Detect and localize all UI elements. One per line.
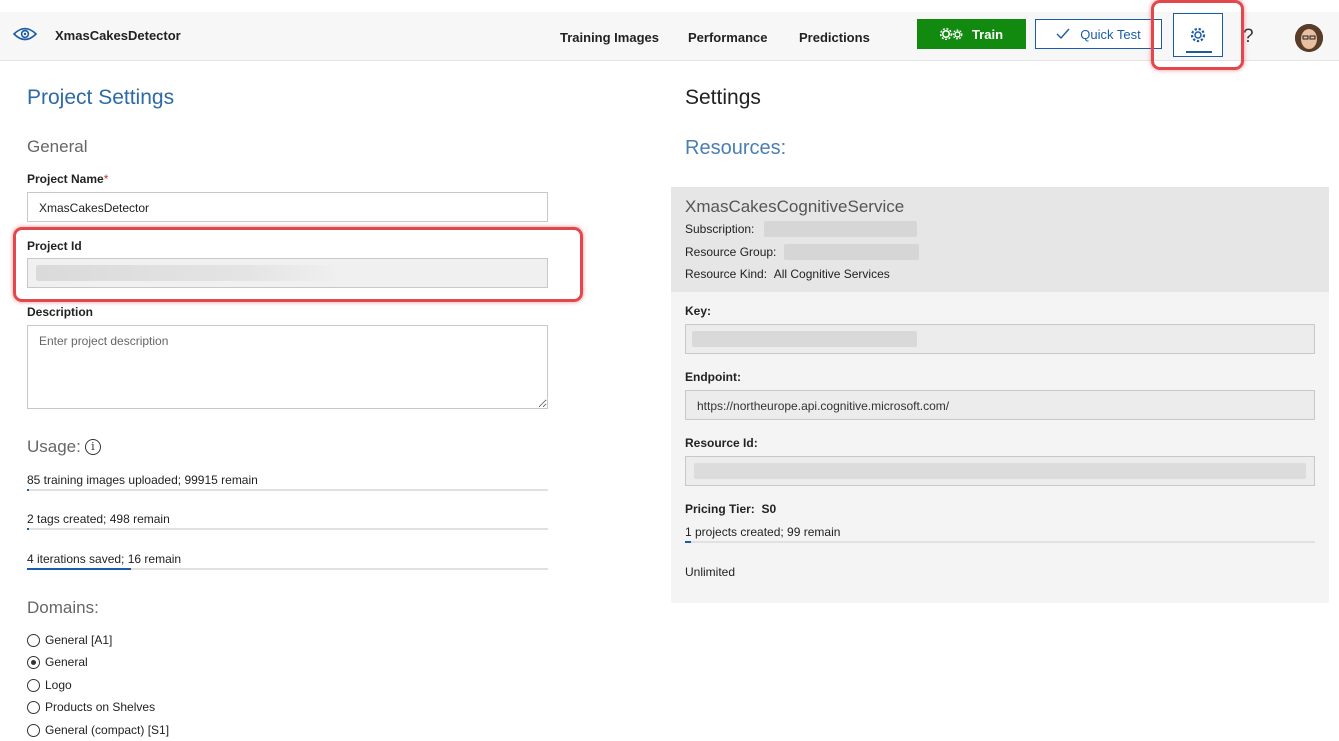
- usage-images-text: 85 training images uploaded; 99915 remai…: [27, 473, 258, 487]
- redacted-resource-id: [694, 463, 1306, 479]
- avatar[interactable]: [1295, 24, 1323, 52]
- radio-button[interactable]: [27, 678, 40, 692]
- description-label: Description: [27, 305, 94, 319]
- user-photo-icon: [1295, 24, 1323, 52]
- projects-usage-bar: [685, 541, 1315, 543]
- domain-label: Logo: [45, 678, 72, 692]
- usage-images-bar: [27, 489, 548, 491]
- resource-panel: XmasCakesCognitiveService Subscription: …: [671, 187, 1329, 603]
- gears-icon: [939, 27, 963, 41]
- settings-title: Settings: [685, 86, 761, 109]
- quick-test-button[interactable]: Quick Test: [1035, 19, 1162, 49]
- domain-label: General [A1]: [45, 633, 113, 647]
- domain-option[interactable]: General: [27, 655, 88, 669]
- resource-id-label: Resource Id:: [685, 436, 758, 450]
- redacted-resource-group: [784, 244, 919, 260]
- usage-heading-text: Usage:: [27, 437, 81, 456]
- train-label: Train: [971, 26, 1004, 42]
- resource-header: XmasCakesCognitiveService Subscription: …: [671, 187, 1329, 292]
- radio-button[interactable]: [27, 700, 40, 714]
- usage-tags-bar: [27, 528, 548, 530]
- resource-name: XmasCakesCognitiveService: [685, 197, 905, 216]
- endpoint-field[interactable]: https://northeurope.api.cognitive.micros…: [685, 390, 1315, 420]
- eye-icon: [13, 27, 37, 41]
- app-title[interactable]: XmasCakesDetector: [55, 28, 181, 43]
- checkmark-icon: [1056, 28, 1070, 40]
- domain-label: General: [45, 655, 88, 669]
- domain-label: Products on Shelves: [45, 700, 156, 714]
- usage-iterations-fill: [27, 568, 132, 570]
- pricing-tier: Pricing Tier: S0: [685, 502, 776, 516]
- resource-kind-value: All Cognitive Services: [773, 267, 890, 281]
- project-id-highlight: [13, 227, 583, 302]
- usage-iterations-text: 4 iterations saved; 16 remain: [27, 552, 182, 566]
- domain-option[interactable]: General [A1]: [27, 633, 112, 647]
- domain-option[interactable]: General (compact) [S1]: [27, 723, 169, 737]
- domain-option[interactable]: Logo: [27, 678, 72, 692]
- general-heading: General: [27, 137, 88, 156]
- endpoint-label: Endpoint:: [685, 370, 741, 384]
- domains-heading: Domains:: [27, 598, 99, 617]
- subscription-label: Subscription:: [685, 222, 755, 236]
- projects-usage-fill: [685, 541, 692, 543]
- pricing-tier-label: Pricing Tier:: [685, 502, 755, 516]
- resource-group-row: Resource Group:: [685, 245, 776, 259]
- domain-option[interactable]: Products on Shelves: [27, 700, 155, 714]
- description-input[interactable]: [27, 325, 548, 409]
- limit-text: Unlimited: [685, 565, 736, 579]
- project-name-label-text: Project Name: [27, 172, 104, 186]
- pricing-tier-value: S0: [761, 502, 777, 516]
- quick-test-label: Quick Test: [1080, 26, 1141, 42]
- key-label: Key:: [685, 304, 712, 318]
- resource-group-label: Resource Group:: [685, 245, 777, 259]
- settings-highlight: [1151, 0, 1244, 70]
- redacted-key: [692, 331, 917, 347]
- radio-button[interactable]: [27, 723, 40, 737]
- info-icon[interactable]: i: [84, 439, 101, 455]
- redacted-subscription: [764, 221, 917, 237]
- domain-label: General (compact) [S1]: [45, 723, 170, 737]
- subscription-row: Subscription:: [685, 222, 754, 236]
- usage-tags-fill: [27, 528, 30, 530]
- help-icon[interactable]: ?: [1243, 26, 1254, 48]
- projects-usage-text: 1 projects created; 99 remain: [685, 525, 841, 539]
- radio-button[interactable]: [27, 633, 40, 647]
- radio-button[interactable]: [27, 655, 40, 669]
- top-bar: XmasCakesDetector Training Images Perfor…: [0, 12, 1339, 61]
- project-name-input[interactable]: XmasCakesDetector: [27, 192, 548, 222]
- key-field[interactable]: [685, 324, 1315, 354]
- usage-images-fill: [27, 489, 29, 491]
- usage-iterations-bar: [27, 568, 548, 570]
- train-button[interactable]: Train: [917, 19, 1026, 49]
- usage-tags-text: 2 tags created; 498 remain: [27, 512, 170, 526]
- resource-kind-row: Resource Kind: All Cognitive Services: [685, 267, 890, 281]
- resource-kind-label: Resource Kind:: [685, 267, 768, 281]
- usage-heading: Usage: i: [27, 437, 101, 457]
- project-name-label: Project Name*: [27, 172, 108, 186]
- project-settings-title: Project Settings: [27, 86, 175, 109]
- nav-predictions[interactable]: Predictions: [799, 30, 870, 45]
- nav-training-images[interactable]: Training Images: [560, 30, 659, 45]
- resources-heading: Resources:: [685, 137, 787, 159]
- required-mark: *: [103, 172, 109, 186]
- nav-performance[interactable]: Performance: [688, 30, 767, 45]
- resource-id-field[interactable]: [685, 456, 1315, 486]
